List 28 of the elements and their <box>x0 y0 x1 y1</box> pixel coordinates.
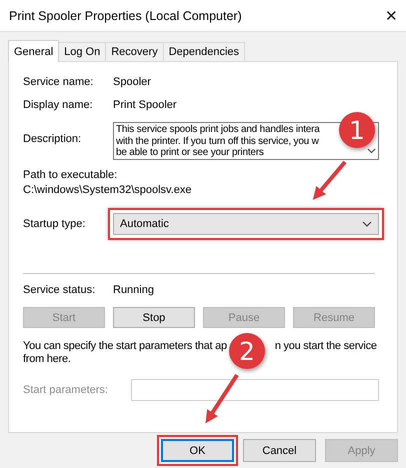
field-value: Running <box>113 284 154 296</box>
field-label: Display name: <box>23 99 94 111</box>
window-title: Print Spooler Properties (Local Computer) <box>9 8 242 22</box>
field-label: Path to executable: <box>23 169 118 181</box>
instruction-text: from here. <box>23 353 72 366</box>
field-label: Service status: <box>23 284 96 296</box>
field-label: Description: <box>23 132 82 145</box>
arrow <box>206 374 239 424</box>
chevron-down-icon <box>362 221 372 227</box>
startup-type-dropdown[interactable]: Automatic <box>113 213 379 235</box>
instruction-text: n you start the service <box>274 340 377 353</box>
button[interactable]: OK <box>161 439 234 462</box>
field-label: Service name: <box>23 76 94 88</box>
field-value: Print Spooler <box>113 99 177 111</box>
field-label: Start parameters: <box>23 384 109 396</box>
field-value: Spooler <box>113 76 151 88</box>
tab[interactable]: Dependencies <box>162 42 246 61</box>
tab[interactable]: General <box>8 40 60 62</box>
field-value: C:\windows\System32\spoolsv.exe <box>23 183 192 196</box>
field-label: Startup type: <box>23 218 86 230</box>
description-text: This service spools print jobs and handles intera <box>116 124 320 136</box>
description-text: with the printer. If you turn off this service, you w <box>116 136 319 147</box>
arrow <box>312 160 347 200</box>
instruction-text: You can specify the start parameters that ap <box>23 340 227 353</box>
button[interactable]: Cancel <box>243 439 316 462</box>
description-text: be able to print or see your printers <box>116 147 264 158</box>
close-button[interactable]: ✕ <box>385 6 398 24</box>
button[interactable]: Stop <box>113 307 195 328</box>
